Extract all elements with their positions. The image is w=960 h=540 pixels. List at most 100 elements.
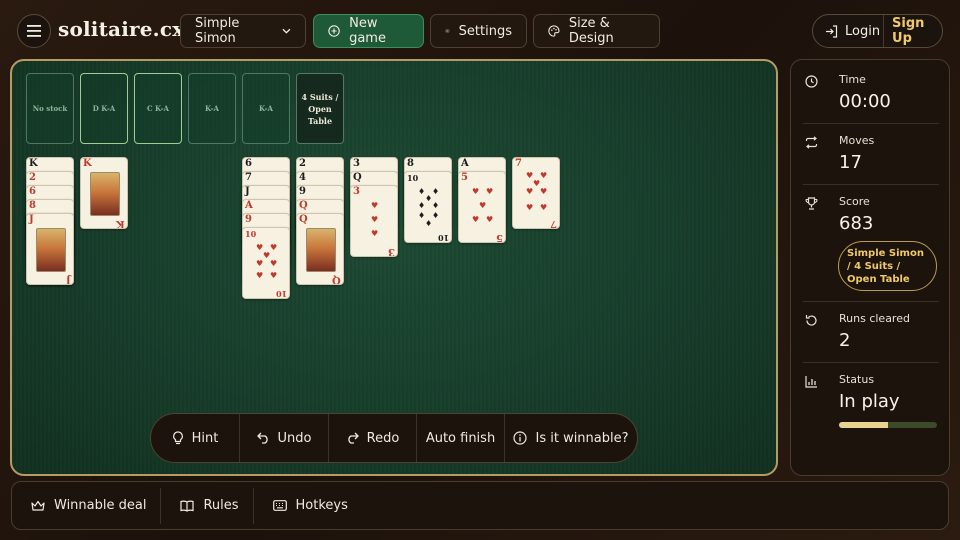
hotkeys-label: Hotkeys	[295, 498, 348, 513]
playing-card[interactable]: 10 ♦ ♦ ♦ ♦ ♦ ♦ ♦ ♦ 10	[404, 171, 452, 243]
card-rank: 10	[407, 173, 419, 183]
heart-pip: ♥	[270, 243, 278, 252]
bottom-bar: Winnable deal Rules Hotkeys	[11, 481, 949, 530]
heart-pip: ♥	[371, 201, 379, 210]
card-rank: 5	[461, 172, 468, 183]
moves-value: 17	[839, 152, 862, 173]
winnable-check-button[interactable]: Is it winnable?	[505, 414, 637, 462]
playing-card[interactable]: K K	[80, 157, 128, 229]
diamond-pip: ♦	[432, 211, 440, 220]
hotkeys-button[interactable]: Hotkeys	[254, 488, 362, 524]
auth-group: Login Sign Up	[812, 14, 943, 48]
card-rank: A	[461, 158, 469, 169]
game-select-label: Simple Simon	[195, 16, 240, 46]
settings-label: Settings	[458, 23, 512, 39]
rotate-ccw-icon	[805, 315, 817, 326]
runs-cleared-label: Runs cleared	[839, 312, 910, 325]
mode-slot: 4 Suits / Open Table	[296, 73, 344, 144]
stock-slot[interactable]: No stock	[26, 73, 74, 144]
clock-icon	[805, 75, 818, 88]
login-button[interactable]: Login	[813, 15, 883, 47]
bar-chart-icon	[805, 376, 817, 388]
new-game-button[interactable]: New game	[313, 14, 424, 48]
heart-pip: ♥	[371, 229, 379, 238]
card-rank: 8	[407, 158, 414, 169]
card-rank: K	[83, 158, 92, 169]
winnable-deal-button[interactable]: Winnable deal	[12, 487, 162, 524]
status-value: In play	[839, 391, 900, 412]
undo-button[interactable]: Undo	[240, 414, 329, 462]
size-design-label: Size & Design	[568, 16, 614, 46]
card-rank-mirrored: 10	[437, 233, 449, 243]
card-rank: Q	[299, 214, 308, 225]
card-rank: 4	[299, 172, 306, 183]
card-rank-mirrored: Q	[332, 274, 341, 285]
playing-card[interactable]: 7 ♥ ♥ ♥ ♥ ♥ ♥ ♥ 7	[512, 157, 560, 229]
diamond-pip: ♦	[432, 201, 440, 210]
heart-pip: ♥	[472, 215, 480, 224]
hint-button[interactable]: Hint	[151, 414, 240, 462]
playing-card[interactable]: Q Q	[296, 213, 344, 285]
winnable-deal-label: Winnable deal	[54, 498, 147, 513]
menu-button[interactable]	[17, 14, 51, 48]
score-label: Score	[839, 195, 870, 208]
divider	[803, 362, 939, 363]
site-logo[interactable]: solitaire.cx	[58, 17, 184, 41]
card-rank: Q	[299, 200, 308, 211]
card-rank: 7	[515, 158, 522, 169]
card-rank: 6	[29, 186, 36, 197]
face-card-art	[306, 228, 336, 272]
playing-card[interactable]: 3 ♥ ♥ ♥ 3	[350, 185, 398, 257]
heart-pip: ♥	[270, 271, 278, 280]
heart-pip: ♥	[526, 203, 534, 212]
rules-button[interactable]: Rules	[161, 487, 254, 524]
undo-label: Undo	[277, 430, 312, 446]
heart-pip: ♥	[486, 215, 494, 224]
heart-pip: ♥	[472, 187, 480, 196]
settings-button[interactable]: Settings	[430, 14, 527, 48]
card-rank: 9	[299, 186, 306, 197]
playing-card[interactable]: 5 ♥ ♥ ♥ ♥ ♥ 5	[458, 171, 506, 243]
foundation-slot[interactable]: D K-A	[80, 73, 128, 144]
login-icon	[826, 24, 838, 38]
keyboard-icon	[272, 500, 287, 511]
new-game-label: New game	[349, 16, 386, 46]
signup-button[interactable]: Sign Up	[883, 15, 942, 47]
card-rank: Q	[353, 172, 362, 183]
top-bar: solitaire.cx Simple Simon New game Setti…	[0, 0, 960, 60]
auto-finish-button[interactable]: Auto finish	[417, 414, 505, 462]
face-card-art	[36, 228, 66, 272]
card-rank-mirrored: 7	[550, 218, 557, 229]
redo-button[interactable]: Redo	[329, 414, 417, 462]
progress-fill	[839, 422, 888, 428]
score-value: 683	[839, 213, 874, 234]
winnable-check-label: Is it winnable?	[535, 430, 629, 446]
card-rank-mirrored: 10	[275, 289, 287, 299]
heart-pip: ♥	[256, 271, 264, 280]
heart-pip: ♥	[479, 201, 487, 210]
foundation-slot[interactable]: C K-A	[134, 73, 182, 144]
auto-finish-label: Auto finish	[425, 430, 496, 446]
card-rank: 3	[353, 186, 360, 197]
game-select[interactable]: Simple Simon	[180, 14, 306, 48]
size-design-button[interactable]: Size & Design	[533, 14, 660, 48]
divider	[803, 301, 939, 302]
foundation-slot[interactable]: K-A	[188, 73, 236, 144]
playing-card[interactable]: 10 ♥ ♥ ♥ ♥ ♥ ♥ ♥ 10	[242, 227, 290, 299]
undo-icon	[256, 432, 268, 444]
card-rank: K	[29, 158, 38, 169]
divider	[803, 123, 939, 124]
stats-panel: Time 00:00 Moves 17 Score 683 Simple Sim…	[790, 59, 950, 476]
diamond-pip: ♦	[418, 201, 426, 210]
playing-card[interactable]: J J	[26, 213, 74, 285]
rules-label: Rules	[203, 498, 239, 513]
status-label: Status	[839, 373, 875, 386]
card-rank: 10	[245, 229, 257, 239]
card-rank: 2	[29, 172, 36, 183]
heart-pip: ♥	[371, 215, 379, 224]
heart-pip: ♥	[486, 187, 494, 196]
card-rank: 3	[353, 158, 360, 169]
face-card-art	[90, 172, 120, 216]
foundation-slot[interactable]: K-A	[242, 73, 290, 144]
runs-cleared-value: 2	[839, 330, 851, 351]
